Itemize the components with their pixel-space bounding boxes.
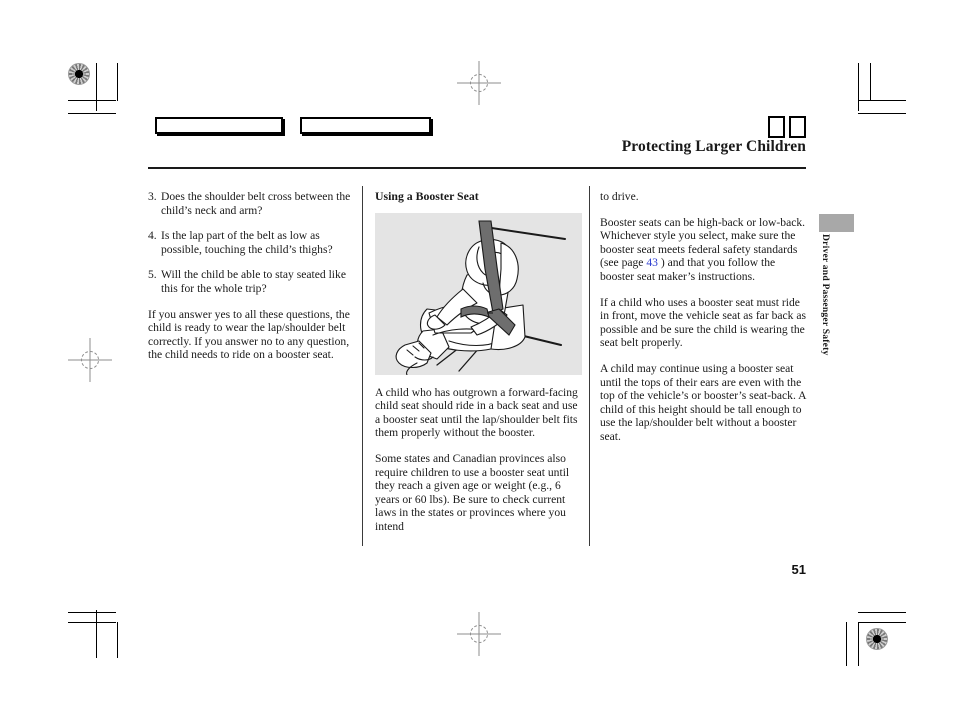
crop-mark [96, 610, 97, 658]
left-column: 3. Does the shoulder belt cross between … [148, 190, 353, 374]
header-rule [148, 167, 806, 169]
right-paragraph-4: A child may continue using a booster sea… [600, 361, 806, 443]
right-column: to drive. Booster seats can be high-back… [600, 190, 807, 456]
crosshair-mark-bottom [457, 612, 501, 656]
right-continued-text: to drive. [600, 190, 639, 203]
crop-mark [68, 100, 116, 101]
crop-mark [858, 622, 906, 623]
question-number: 5. [148, 268, 157, 282]
header-box-left [155, 117, 283, 134]
registration-target-bottom-right [866, 628, 888, 650]
crop-mark [68, 612, 116, 613]
page-title: Protecting Larger Children [621, 138, 806, 155]
side-tab-label: Driver and Passenger Safety [820, 234, 831, 356]
crop-mark [96, 63, 97, 111]
header-square-right [789, 116, 806, 138]
crop-mark [858, 622, 859, 666]
crop-mark [858, 612, 906, 613]
header-box-right [300, 117, 431, 134]
crosshair-mark-top [457, 61, 501, 105]
page-number: 51 [791, 562, 806, 577]
side-tab-block [819, 214, 854, 232]
cross-reference-link[interactable]: 43 [646, 256, 658, 269]
crop-mark [117, 63, 118, 101]
list-item: 4. Is the lap part of the belt as low as… [148, 229, 353, 256]
column-divider-right [589, 186, 590, 546]
crop-mark [68, 113, 116, 114]
left-closing-paragraph: If you answer yes to all these questions… [148, 307, 350, 362]
header-square-left [768, 116, 785, 138]
list-item: 3. Does the shoulder belt cross between … [148, 190, 353, 217]
crop-mark [858, 100, 906, 101]
crosshair-mark-left [68, 338, 112, 382]
crop-mark [117, 622, 118, 658]
middle-column: Using a Booster Seat A child who has out… [375, 189, 582, 546]
section-heading: Using a Booster Seat [375, 189, 479, 203]
middle-paragraph-1: A child who has outgrown a forward-facin… [375, 385, 578, 440]
right-paragraph-2: Booster seats can be high-back or low-ba… [600, 216, 807, 284]
crop-mark [858, 63, 859, 111]
manual-page: Protecting Larger Children 3. Does the s… [0, 0, 954, 710]
crop-mark [846, 622, 847, 666]
crop-mark [68, 622, 116, 623]
right-paragraph-3: If a child who uses a booster seat must … [600, 295, 807, 350]
column-divider-left [362, 186, 363, 546]
question-number: 3. [148, 190, 157, 203]
question-text: Is the lap part of the belt as low as po… [161, 229, 333, 256]
question-text: Does the shoulder belt cross between the… [161, 190, 351, 217]
question-number: 4. [148, 229, 157, 243]
registration-target-top-left [68, 63, 90, 85]
middle-paragraph-2: Some states and Canadian provinces also … [375, 451, 570, 533]
crop-mark [870, 63, 871, 101]
crop-mark [858, 113, 906, 114]
list-item: 5. Will the child be able to stay seated… [148, 268, 353, 295]
booster-seat-illustration [375, 212, 582, 375]
question-text: Will the child be able to stay seated li… [161, 268, 346, 295]
